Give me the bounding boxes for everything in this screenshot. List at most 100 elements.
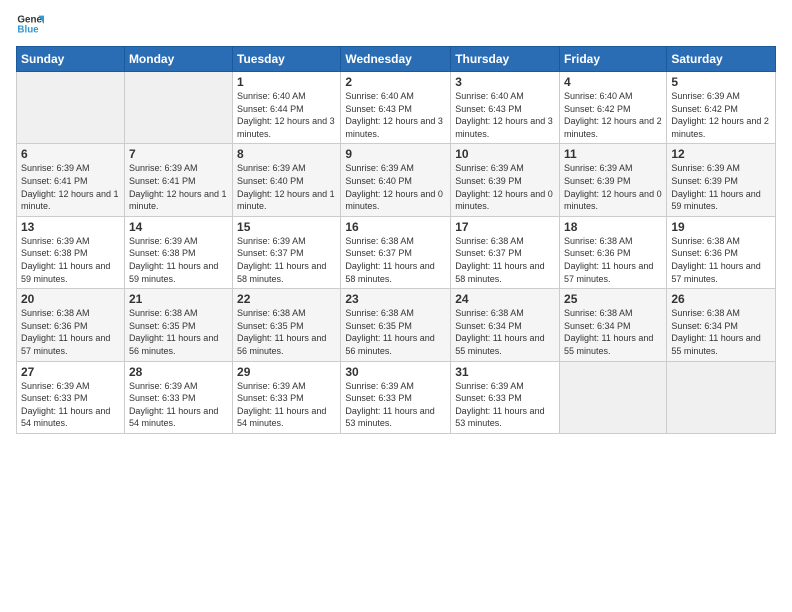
calendar-week-1: 1Sunrise: 6:40 AMSunset: 6:44 PMDaylight… xyxy=(17,72,776,144)
calendar-cell: 24Sunrise: 6:38 AMSunset: 6:34 PMDayligh… xyxy=(451,289,560,361)
day-info: Sunrise: 6:39 AMSunset: 6:40 PMDaylight:… xyxy=(345,162,446,212)
logo-icon: General Blue xyxy=(16,10,44,38)
day-info: Sunrise: 6:40 AMSunset: 6:43 PMDaylight:… xyxy=(345,90,446,140)
calendar-cell: 29Sunrise: 6:39 AMSunset: 6:33 PMDayligh… xyxy=(233,361,341,433)
day-number: 5 xyxy=(671,75,771,89)
calendar-cell xyxy=(17,72,125,144)
calendar-cell: 17Sunrise: 6:38 AMSunset: 6:37 PMDayligh… xyxy=(451,216,560,288)
day-number: 26 xyxy=(671,292,771,306)
calendar-cell: 31Sunrise: 6:39 AMSunset: 6:33 PMDayligh… xyxy=(451,361,560,433)
calendar-week-4: 20Sunrise: 6:38 AMSunset: 6:36 PMDayligh… xyxy=(17,289,776,361)
day-info: Sunrise: 6:39 AMSunset: 6:33 PMDaylight:… xyxy=(455,380,555,430)
day-number: 22 xyxy=(237,292,336,306)
day-number: 18 xyxy=(564,220,662,234)
page-header: General Blue xyxy=(16,10,776,38)
day-info: Sunrise: 6:39 AMSunset: 6:37 PMDaylight:… xyxy=(237,235,336,285)
calendar-cell: 18Sunrise: 6:38 AMSunset: 6:36 PMDayligh… xyxy=(560,216,667,288)
day-info: Sunrise: 6:39 AMSunset: 6:42 PMDaylight:… xyxy=(671,90,771,140)
day-info: Sunrise: 6:38 AMSunset: 6:37 PMDaylight:… xyxy=(345,235,446,285)
day-number: 20 xyxy=(21,292,120,306)
weekday-header-tuesday: Tuesday xyxy=(233,47,341,72)
day-info: Sunrise: 6:38 AMSunset: 6:35 PMDaylight:… xyxy=(129,307,228,357)
calendar-cell: 12Sunrise: 6:39 AMSunset: 6:39 PMDayligh… xyxy=(667,144,776,216)
day-number: 16 xyxy=(345,220,446,234)
calendar-cell: 4Sunrise: 6:40 AMSunset: 6:42 PMDaylight… xyxy=(560,72,667,144)
calendar-cell: 5Sunrise: 6:39 AMSunset: 6:42 PMDaylight… xyxy=(667,72,776,144)
calendar-cell xyxy=(124,72,232,144)
logo: General Blue xyxy=(16,10,48,38)
day-info: Sunrise: 6:39 AMSunset: 6:39 PMDaylight:… xyxy=(564,162,662,212)
day-number: 3 xyxy=(455,75,555,89)
calendar-cell: 10Sunrise: 6:39 AMSunset: 6:39 PMDayligh… xyxy=(451,144,560,216)
day-info: Sunrise: 6:38 AMSunset: 6:37 PMDaylight:… xyxy=(455,235,555,285)
calendar-cell: 28Sunrise: 6:39 AMSunset: 6:33 PMDayligh… xyxy=(124,361,232,433)
day-info: Sunrise: 6:38 AMSunset: 6:34 PMDaylight:… xyxy=(564,307,662,357)
weekday-header-monday: Monday xyxy=(124,47,232,72)
day-info: Sunrise: 6:39 AMSunset: 6:39 PMDaylight:… xyxy=(455,162,555,212)
calendar-cell: 14Sunrise: 6:39 AMSunset: 6:38 PMDayligh… xyxy=(124,216,232,288)
svg-text:Blue: Blue xyxy=(17,24,39,35)
calendar-cell: 7Sunrise: 6:39 AMSunset: 6:41 PMDaylight… xyxy=(124,144,232,216)
calendar-cell: 1Sunrise: 6:40 AMSunset: 6:44 PMDaylight… xyxy=(233,72,341,144)
weekday-header-friday: Friday xyxy=(560,47,667,72)
day-number: 15 xyxy=(237,220,336,234)
day-info: Sunrise: 6:38 AMSunset: 6:36 PMDaylight:… xyxy=(21,307,120,357)
calendar-cell: 8Sunrise: 6:39 AMSunset: 6:40 PMDaylight… xyxy=(233,144,341,216)
calendar-table: SundayMondayTuesdayWednesdayThursdayFrid… xyxy=(16,46,776,434)
calendar-cell: 23Sunrise: 6:38 AMSunset: 6:35 PMDayligh… xyxy=(341,289,451,361)
day-number: 23 xyxy=(345,292,446,306)
weekday-header-saturday: Saturday xyxy=(667,47,776,72)
day-number: 7 xyxy=(129,147,228,161)
day-info: Sunrise: 6:39 AMSunset: 6:33 PMDaylight:… xyxy=(21,380,120,430)
calendar-cell: 30Sunrise: 6:39 AMSunset: 6:33 PMDayligh… xyxy=(341,361,451,433)
day-info: Sunrise: 6:39 AMSunset: 6:33 PMDaylight:… xyxy=(237,380,336,430)
day-info: Sunrise: 6:39 AMSunset: 6:33 PMDaylight:… xyxy=(345,380,446,430)
calendar-cell: 25Sunrise: 6:38 AMSunset: 6:34 PMDayligh… xyxy=(560,289,667,361)
calendar-cell: 20Sunrise: 6:38 AMSunset: 6:36 PMDayligh… xyxy=(17,289,125,361)
day-number: 19 xyxy=(671,220,771,234)
day-number: 13 xyxy=(21,220,120,234)
day-number: 24 xyxy=(455,292,555,306)
weekday-header-row: SundayMondayTuesdayWednesdayThursdayFrid… xyxy=(17,47,776,72)
calendar-cell: 6Sunrise: 6:39 AMSunset: 6:41 PMDaylight… xyxy=(17,144,125,216)
calendar-cell xyxy=(560,361,667,433)
calendar-week-2: 6Sunrise: 6:39 AMSunset: 6:41 PMDaylight… xyxy=(17,144,776,216)
day-info: Sunrise: 6:40 AMSunset: 6:43 PMDaylight:… xyxy=(455,90,555,140)
day-info: Sunrise: 6:38 AMSunset: 6:34 PMDaylight:… xyxy=(455,307,555,357)
calendar-cell: 26Sunrise: 6:38 AMSunset: 6:34 PMDayligh… xyxy=(667,289,776,361)
weekday-header-wednesday: Wednesday xyxy=(341,47,451,72)
day-number: 12 xyxy=(671,147,771,161)
day-info: Sunrise: 6:39 AMSunset: 6:41 PMDaylight:… xyxy=(21,162,120,212)
day-info: Sunrise: 6:40 AMSunset: 6:44 PMDaylight:… xyxy=(237,90,336,140)
day-info: Sunrise: 6:39 AMSunset: 6:38 PMDaylight:… xyxy=(129,235,228,285)
day-number: 17 xyxy=(455,220,555,234)
day-number: 11 xyxy=(564,147,662,161)
day-number: 25 xyxy=(564,292,662,306)
day-number: 9 xyxy=(345,147,446,161)
day-info: Sunrise: 6:39 AMSunset: 6:41 PMDaylight:… xyxy=(129,162,228,212)
day-number: 29 xyxy=(237,365,336,379)
day-number: 6 xyxy=(21,147,120,161)
day-number: 1 xyxy=(237,75,336,89)
weekday-header-thursday: Thursday xyxy=(451,47,560,72)
calendar-cell: 11Sunrise: 6:39 AMSunset: 6:39 PMDayligh… xyxy=(560,144,667,216)
day-number: 4 xyxy=(564,75,662,89)
day-info: Sunrise: 6:38 AMSunset: 6:36 PMDaylight:… xyxy=(671,235,771,285)
day-number: 10 xyxy=(455,147,555,161)
day-number: 30 xyxy=(345,365,446,379)
day-info: Sunrise: 6:38 AMSunset: 6:34 PMDaylight:… xyxy=(671,307,771,357)
day-info: Sunrise: 6:39 AMSunset: 6:33 PMDaylight:… xyxy=(129,380,228,430)
day-number: 8 xyxy=(237,147,336,161)
day-number: 14 xyxy=(129,220,228,234)
day-number: 31 xyxy=(455,365,555,379)
day-info: Sunrise: 6:38 AMSunset: 6:36 PMDaylight:… xyxy=(564,235,662,285)
day-info: Sunrise: 6:39 AMSunset: 6:38 PMDaylight:… xyxy=(21,235,120,285)
day-number: 21 xyxy=(129,292,228,306)
calendar-cell: 27Sunrise: 6:39 AMSunset: 6:33 PMDayligh… xyxy=(17,361,125,433)
calendar-cell: 21Sunrise: 6:38 AMSunset: 6:35 PMDayligh… xyxy=(124,289,232,361)
calendar-cell: 16Sunrise: 6:38 AMSunset: 6:37 PMDayligh… xyxy=(341,216,451,288)
calendar-cell: 2Sunrise: 6:40 AMSunset: 6:43 PMDaylight… xyxy=(341,72,451,144)
calendar-cell: 13Sunrise: 6:39 AMSunset: 6:38 PMDayligh… xyxy=(17,216,125,288)
day-number: 27 xyxy=(21,365,120,379)
calendar-cell: 9Sunrise: 6:39 AMSunset: 6:40 PMDaylight… xyxy=(341,144,451,216)
